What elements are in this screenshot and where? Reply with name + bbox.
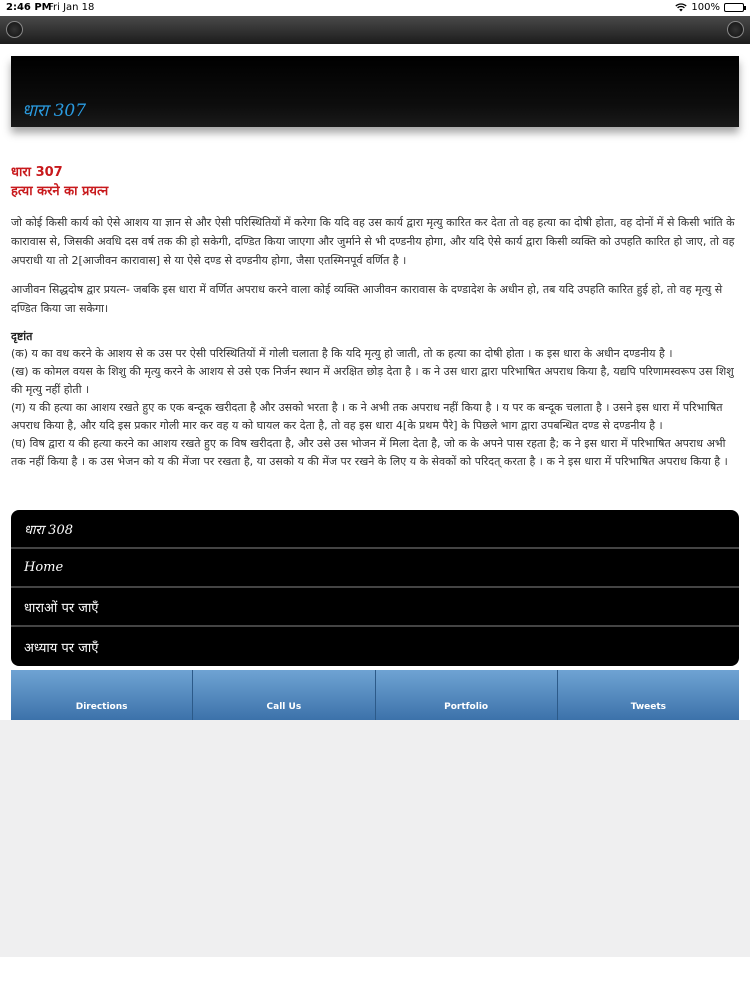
status-bar: 2:46 PM Fri Jan 18 100% — [0, 0, 750, 16]
wifi-icon — [675, 3, 688, 12]
page-header: धारा 307 — [11, 56, 739, 127]
tab-portfolio[interactable]: Portfolio — [376, 670, 558, 720]
nav-menu: धारा 308 Home धाराओं पर जाएँ अध्याय पर ज… — [11, 510, 739, 666]
status-right: 100% — [675, 2, 746, 13]
status-date: Fri Jan 18 — [48, 2, 95, 13]
article-subheading: हत्या करने का प्रयत्न — [11, 184, 109, 199]
tab-bar: Directions Call Us Portfolio Tweets — [11, 670, 739, 720]
battery-percent: 100% — [691, 2, 720, 13]
status-time: 2:46 PM — [6, 2, 52, 13]
example-item: (ख) क कोमल वयस के शिशु की मृत्यु करने के… — [11, 365, 734, 396]
menu-item-home[interactable]: Home — [11, 549, 739, 588]
page-title: धारा 307 — [22, 101, 87, 121]
toolbar-left-button[interactable] — [6, 21, 23, 38]
article-paragraph-2: आजीवन सिद्धदोष द्वार प्रयत्न- जबकि इस धा… — [11, 283, 723, 315]
tab-directions[interactable]: Directions — [11, 670, 194, 720]
tab-tweets[interactable]: Tweets — [558, 670, 739, 720]
menu-item-chapters[interactable]: अध्याय पर जाएँ — [11, 627, 739, 666]
menu-item-next-section[interactable]: धारा 308 — [11, 510, 739, 549]
article-content: धारा 307 हत्या करने का प्रयत्न जो कोई कि… — [11, 163, 737, 471]
example-item: (क) य का वध करने के आशय से क उस पर ऐसी प… — [11, 347, 673, 360]
example-item: (घ) विष द्वारा य की हत्या करने का आशय रख… — [11, 437, 728, 468]
example-item: (ग) य की हत्या का आशय रखते हुए क एक बन्द… — [11, 401, 723, 432]
menu-item-sections[interactable]: धाराओं पर जाएँ — [11, 588, 739, 627]
examples-title: दृष्टांत — [11, 330, 33, 343]
article-heading: धारा 307 — [11, 165, 63, 180]
app-toolbar — [0, 16, 750, 44]
battery-icon — [724, 3, 746, 12]
tab-call-us[interactable]: Call Us — [193, 670, 376, 720]
empty-area — [0, 720, 750, 957]
toolbar-right-button[interactable] — [727, 21, 744, 38]
article-paragraph: जो कोई किसी कार्य को ऐसे आशय या ज्ञान से… — [11, 216, 735, 267]
